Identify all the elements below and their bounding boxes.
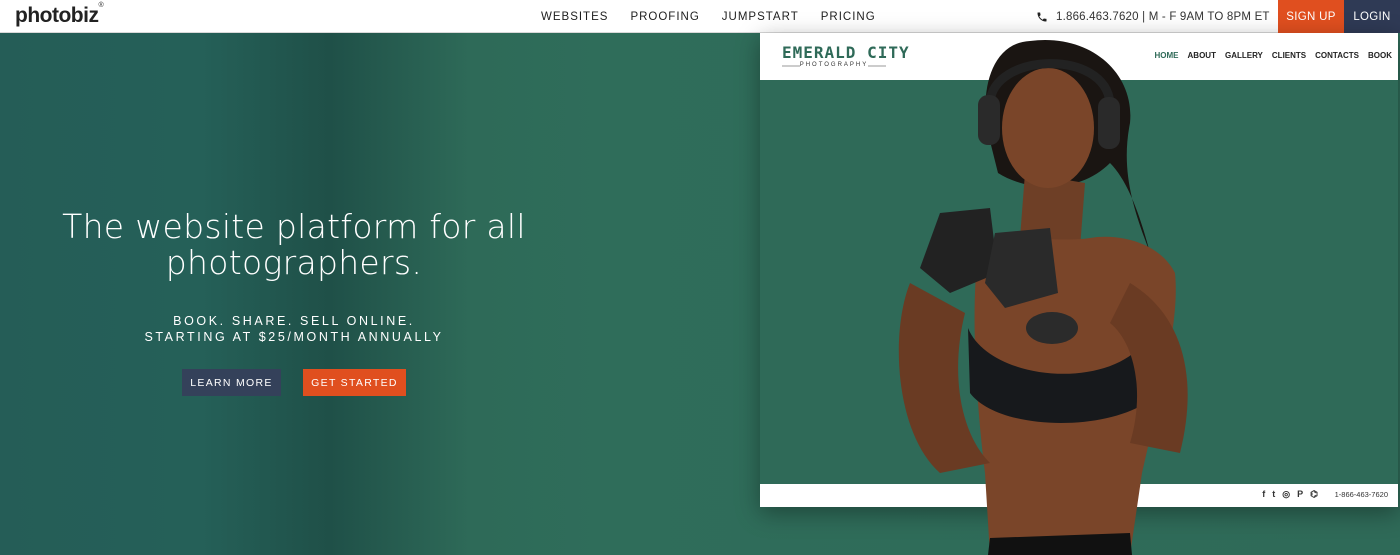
nav-jumpstart[interactable]: JUMPSTART <box>711 11 810 23</box>
mockup-nav-book[interactable]: BOOK <box>1368 51 1392 60</box>
hero-title-line2: photographers. <box>165 243 423 282</box>
logo-text: photobiz <box>15 4 99 27</box>
nav-websites[interactable]: WEBSITES <box>530 11 619 23</box>
pinterest-icon[interactable]: P <box>1297 489 1303 500</box>
mockup-phone: 1-866-463-7620 <box>1334 490 1388 499</box>
main-nav: WEBSITES PROOFING JUMPSTART PRICING <box>530 0 887 33</box>
mockup-logo-subtitle: PHOTOGRAPHY <box>799 62 869 68</box>
hero-title: The website platform for all photographe… <box>20 209 568 281</box>
rss-icon[interactable]: ⌬ <box>1310 489 1318 500</box>
learn-more-button[interactable]: LEARN MORE <box>182 369 281 396</box>
sign-up-button[interactable]: SIGN UP <box>1278 0 1344 33</box>
login-button[interactable]: LOGIN <box>1344 0 1400 33</box>
hero-subtitle: BOOK. SHARE. SELL ONLINE. STARTING AT $2… <box>20 313 568 345</box>
mockup-nav-clients[interactable]: CLIENTS <box>1272 51 1306 60</box>
phone-hours-text: 1.866.463.7620 | M - F 9AM TO 8PM ET <box>1056 10 1270 23</box>
phone-icon <box>1037 12 1047 21</box>
hero-title-line1: The website platform for all <box>62 207 526 246</box>
mockup-nav-gallery[interactable]: GALLERY <box>1225 51 1263 60</box>
get-started-button[interactable]: GET STARTED <box>303 369 406 396</box>
photobiz-logo[interactable]: photobiz® <box>15 2 104 28</box>
nav-pricing[interactable]: PRICING <box>810 11 887 23</box>
hero-subtitle-line1: BOOK. SHARE. SELL ONLINE. <box>173 314 415 328</box>
registered-mark: ® <box>98 2 104 9</box>
nav-proofing[interactable]: PROOFING <box>619 11 710 23</box>
athlete-photo <box>898 39 1188 555</box>
contact-phone: 1.866.463.7620 | M - F 9AM TO 8PM ET <box>1036 0 1270 33</box>
twitter-icon[interactable]: t <box>1272 489 1275 500</box>
mockup-social-icons: f t ◎ P ⌬ <box>1262 489 1318 500</box>
mockup-nav-contacts[interactable]: CONTACTS <box>1315 51 1359 60</box>
hero-subtitle-line2: STARTING AT $25/MONTH ANNUALLY <box>144 330 444 344</box>
top-navigation: photobiz® WEBSITES PROOFING JUMPSTART PR… <box>0 0 1400 33</box>
instagram-icon[interactable]: ◎ <box>1282 489 1290 500</box>
facebook-icon[interactable]: f <box>1262 489 1265 500</box>
